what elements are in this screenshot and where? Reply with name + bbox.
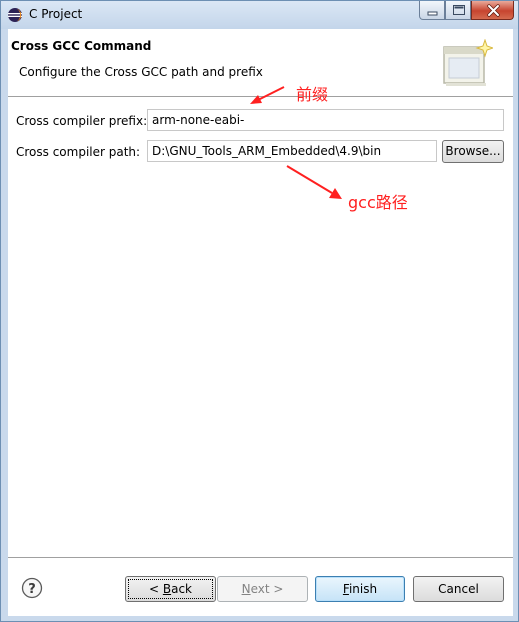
close-button[interactable] [471,1,514,20]
back-prefix: < [148,582,163,596]
path-label: Cross compiler path: [16,145,141,159]
help-icon[interactable]: ? [21,577,43,599]
minimize-icon [427,11,438,16]
window-title: C Project [29,7,83,21]
wizard-window-icon [443,39,493,86]
maximize-icon [453,5,465,15]
minimize-button[interactable] [419,1,445,20]
back-button[interactable]: < Back [125,576,216,602]
prefix-label: Cross compiler prefix: [16,114,148,128]
dialog-client: Cross GCC Command Configure the Cross GC… [8,29,513,616]
browse-button[interactable]: Browse... [442,140,504,163]
close-icon [487,4,500,17]
page-title: Cross GCC Command [11,39,152,53]
back-rest: ack [171,582,192,596]
dialog-window: C Project Cross GCC Command Configure th… [0,0,519,622]
next-button[interactable]: Next > [217,576,308,602]
page-description: Configure the Cross GCC path and prefix [19,65,263,79]
maximize-button[interactable] [445,1,471,20]
eclipse-icon [8,8,22,22]
path-annotation: gcc路径 [348,193,408,212]
path-input[interactable]: D:\GNU_Tools_ARM_Embedded\4.9\bin [147,140,437,162]
wizard-banner: Cross GCC Command Configure the Cross GC… [8,29,513,97]
finish-button[interactable]: Finish [315,576,405,602]
title-bar[interactable]: C Project [1,1,518,29]
back-mnemonic: B [162,582,172,596]
wizard-footer: ? < Back Next > Finish Cancel [8,557,513,616]
next-rest: ext > [250,582,284,596]
svg-text:?: ? [28,582,36,597]
cancel-button[interactable]: Cancel [413,576,504,602]
next-mnemonic: N [241,582,251,596]
prefix-input[interactable]: arm-none-eabi- [147,109,504,131]
prefix-annotation: 前缀 [296,85,329,104]
finish-rest: inish [348,582,378,596]
wizard-page-body: Cross compiler prefix: arm-none-eabi- Cr… [8,99,513,557]
